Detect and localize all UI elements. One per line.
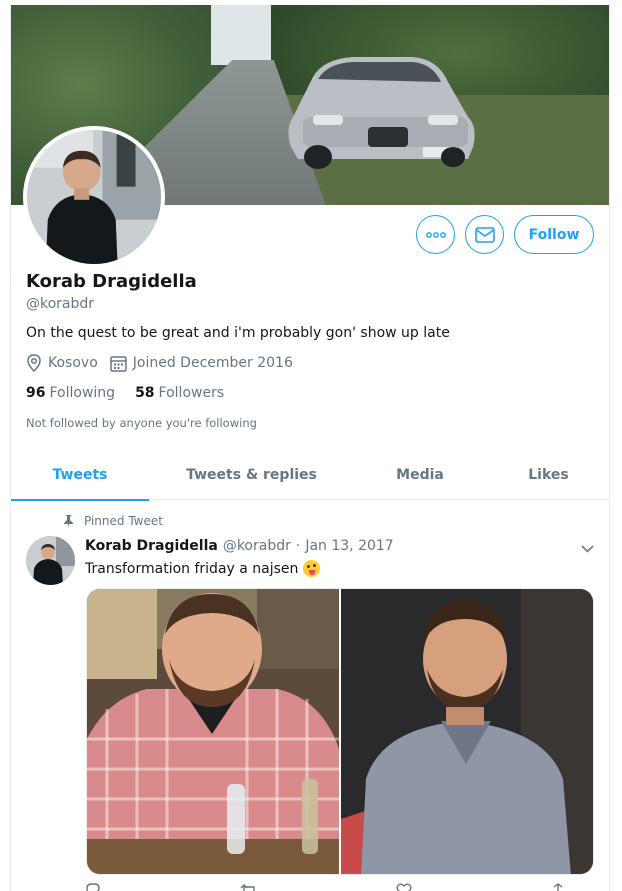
tweet-menu-button[interactable] (581, 538, 594, 557)
tweet-author-handle[interactable]: @korabdr (223, 538, 291, 554)
following-count: 96 (26, 385, 46, 401)
followers-count: 58 (135, 385, 155, 401)
tweet-author-avatar[interactable] (26, 536, 75, 585)
pin-icon (64, 514, 73, 528)
tab-tweets[interactable]: Tweets (11, 449, 149, 501)
tweet-text: Transformation friday a najsen (85, 560, 321, 577)
followers-label: Followers (158, 385, 225, 401)
tweet-avatar-photo (26, 536, 75, 585)
location-text: Kosovo (48, 355, 98, 371)
tweet-separator: · (295, 538, 301, 554)
retweet-icon (240, 884, 255, 891)
car-image (288, 57, 475, 169)
tweet-photo-1[interactable] (87, 589, 339, 874)
tweet-author-name[interactable]: Korab Dragidella (85, 538, 218, 554)
following-label: Following (49, 385, 116, 401)
profile-page: Follow Korab Dragidella @korabdr On the … (10, 5, 610, 891)
location-pin-icon (27, 354, 41, 372)
profile-name: Korab Dragidella (26, 271, 197, 292)
retweet-button[interactable] (240, 883, 258, 891)
avatar-photo (27, 130, 161, 264)
tab-media[interactable]: Media (354, 449, 486, 500)
join-date: Joined December 2016 (110, 355, 293, 372)
heart-icon (396, 883, 412, 891)
follow-button[interactable]: Follow (514, 215, 594, 254)
tweet-actions (85, 883, 565, 891)
reply-icon (86, 883, 100, 891)
join-date-text: Joined December 2016 (132, 355, 293, 371)
follow-counts: 96 Following 58 Followers (26, 385, 244, 401)
message-button[interactable] (465, 215, 504, 254)
tweet-media[interactable] (86, 588, 594, 875)
winking-tongue-emoji-icon (303, 560, 321, 577)
chevron-down-icon (581, 545, 594, 553)
more-options-button[interactable] (416, 215, 455, 254)
pinned-tweet-indicator: Pinned Tweet (63, 514, 163, 528)
before-photo (87, 589, 339, 874)
after-photo (341, 589, 593, 874)
share-button[interactable] (551, 883, 565, 891)
following-link[interactable]: 96 Following (26, 385, 115, 401)
reply-button[interactable] (85, 883, 101, 891)
tweet-body: Transformation friday a najsen (85, 560, 299, 577)
envelope-icon (474, 226, 495, 243)
tab-tweets-replies[interactable]: Tweets & replies (149, 449, 354, 500)
tweet-photo-2[interactable] (341, 589, 593, 874)
more-icon (425, 231, 446, 238)
location: Kosovo (26, 354, 98, 372)
calendar-icon (110, 355, 127, 372)
share-icon (551, 883, 565, 891)
profile-meta: Kosovo Joined December 2016 (26, 354, 305, 372)
tweet-header: Korab Dragidella @korabdr · Jan 13, 2017 (85, 538, 394, 554)
pinned-label: Pinned Tweet (84, 514, 163, 528)
like-button[interactable] (396, 883, 412, 891)
profile-tabs: Tweets Tweets & replies Media Likes (11, 449, 609, 501)
followers-link[interactable]: 58 Followers (135, 385, 224, 401)
profile-bio: On the quest to be great and i'm probabl… (26, 325, 450, 341)
not-followed-notice: Not followed by anyone you're following (26, 416, 257, 430)
profile-handle: @korabdr (26, 296, 95, 312)
profile-avatar[interactable] (23, 126, 165, 268)
tweet-date[interactable]: Jan 13, 2017 (305, 538, 393, 554)
tab-likes[interactable]: Likes (486, 449, 609, 500)
